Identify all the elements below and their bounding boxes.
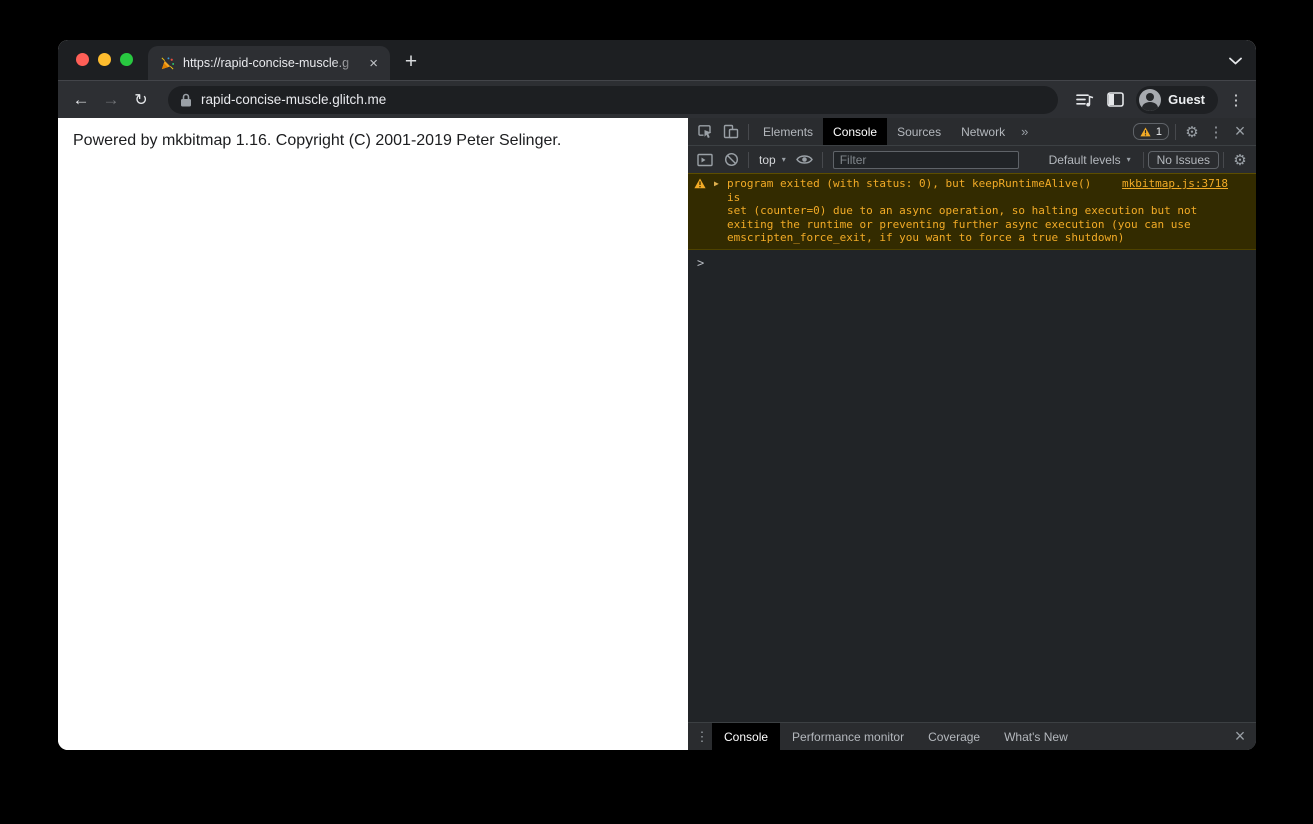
- issues-warning-badge[interactable]: 1: [1132, 123, 1169, 140]
- devtools-close-icon[interactable]: ×: [1228, 119, 1252, 145]
- browser-window: https://rapid-concise-muscle.g × + ← → ↻…: [58, 40, 1256, 750]
- more-tabs-icon[interactable]: »: [1015, 124, 1034, 139]
- divider: [1142, 151, 1144, 168]
- guest-avatar: [1139, 88, 1162, 111]
- drawer-tab-whats-new[interactable]: What's New: [992, 723, 1080, 750]
- devtools-panel: Elements Console Sources Network » 1 ⚙ ⋮: [688, 118, 1256, 750]
- inspect-element-icon[interactable]: [692, 119, 718, 145]
- tab-strip-chevron-down-icon[interactable]: [1224, 50, 1246, 72]
- drawer-tab-console[interactable]: Console: [712, 723, 781, 750]
- zoom-window-button[interactable]: [120, 53, 133, 66]
- browser-tab[interactable]: https://rapid-concise-muscle.g ×: [148, 46, 390, 80]
- lock-icon[interactable]: [180, 93, 192, 107]
- console-warning-message[interactable]: ▶ program exited (with status: 0), but k…: [688, 173, 1256, 250]
- minimize-window-button[interactable]: [98, 53, 111, 66]
- console-filter-input[interactable]: [832, 150, 1019, 169]
- devtools-settings-gear-icon[interactable]: ⚙: [1180, 119, 1204, 145]
- console-settings-gear-icon[interactable]: ⚙: [1228, 147, 1252, 173]
- console-toolbar: top ▾ Default levels ▾ No Issues: [688, 146, 1256, 173]
- expand-triangle-icon[interactable]: ▶: [714, 177, 727, 204]
- tab-strip: https://rapid-concise-muscle.g × +: [58, 40, 1256, 80]
- warning-line: emscripten_force_exit, if you want to fo…: [727, 231, 1125, 244]
- close-window-button[interactable]: [76, 53, 89, 66]
- warning-triangle-icon: [1140, 126, 1151, 136]
- no-issues-button[interactable]: No Issues: [1147, 150, 1219, 169]
- devtools-tabbar: Elements Console Sources Network » 1 ⚙ ⋮: [688, 118, 1256, 146]
- clear-console-icon[interactable]: [718, 147, 744, 173]
- divider: [748, 123, 749, 140]
- devtools-menu-icon[interactable]: ⋮: [1204, 119, 1228, 145]
- url-text: rapid-concise-muscle.glitch.me: [201, 92, 387, 107]
- drawer-tab-coverage[interactable]: Coverage: [916, 723, 992, 750]
- profile-button[interactable]: Guest: [1136, 85, 1218, 114]
- page-body-text: Powered by mkbitmap 1.16. Copyright (C) …: [73, 132, 562, 149]
- back-button[interactable]: ←: [66, 85, 96, 115]
- log-levels-label: Default levels: [1048, 152, 1121, 167]
- chevron-down-icon: ▾: [1126, 155, 1131, 164]
- traffic-lights: [76, 53, 133, 66]
- warning-line: set (counter=0) due to an async operatio…: [727, 204, 1198, 217]
- log-levels-selector[interactable]: Default levels ▾: [1041, 153, 1139, 167]
- chevron-down-icon: ▾: [781, 155, 786, 164]
- side-panel-icon[interactable]: [1100, 85, 1130, 115]
- web-page: Powered by mkbitmap 1.16. Copyright (C) …: [58, 118, 688, 750]
- warning-line: program exited (with status: 0), but kee…: [727, 177, 1092, 204]
- media-controls-icon[interactable]: [1070, 85, 1100, 115]
- drawer-tab-performance-monitor[interactable]: Performance monitor: [780, 723, 916, 750]
- warning-count: 1: [1155, 125, 1162, 138]
- new-tab-button[interactable]: +: [397, 48, 425, 76]
- browser-toolbar: ← → ↻ rapid-concise-muscle.glitch.me Gue…: [58, 80, 1256, 118]
- forward-button[interactable]: →: [96, 85, 126, 115]
- devtools-drawer: ⋮ Console Performance monitor Coverage W…: [688, 722, 1256, 750]
- tab-sources[interactable]: Sources: [887, 118, 951, 145]
- divider: [748, 151, 749, 168]
- console-messages: ▶ program exited (with status: 0), but k…: [688, 173, 1256, 722]
- console-prompt[interactable]: >: [688, 250, 1256, 269]
- source-location-link[interactable]: mkbitmap.js:3718: [1110, 177, 1228, 204]
- address-bar[interactable]: rapid-concise-muscle.glitch.me: [168, 85, 1059, 114]
- party-popper-favicon-icon: [160, 56, 175, 71]
- window-content: Powered by mkbitmap 1.16. Copyright (C) …: [58, 118, 1256, 750]
- tab-close-icon[interactable]: ×: [365, 54, 382, 73]
- context-label: top: [759, 152, 776, 167]
- live-expression-eye-icon[interactable]: [792, 147, 818, 173]
- warning-text: ▶ program exited (with status: 0), but k…: [714, 177, 1248, 245]
- drawer-menu-icon[interactable]: ⋮: [692, 729, 712, 745]
- tab-console[interactable]: Console: [823, 118, 888, 145]
- reload-button[interactable]: ↻: [126, 85, 156, 115]
- divider: [1175, 123, 1176, 140]
- context-selector[interactable]: top ▾: [753, 153, 792, 167]
- divider: [1223, 151, 1224, 168]
- browser-menu-icon[interactable]: ⋮: [1224, 91, 1248, 109]
- console-sidebar-icon[interactable]: [692, 147, 718, 173]
- tab-elements[interactable]: Elements: [753, 118, 823, 145]
- divider: [821, 151, 823, 168]
- warning-line: exiting the runtime or preventing furthe…: [727, 217, 1191, 231]
- profile-label: Guest: [1168, 92, 1205, 107]
- device-toolbar-icon[interactable]: [718, 119, 744, 145]
- drawer-close-icon[interactable]: ×: [1228, 724, 1252, 750]
- tab-network[interactable]: Network: [951, 118, 1015, 145]
- tab-title: https://rapid-concise-muscle.g: [183, 56, 350, 70]
- warning-triangle-icon: [694, 177, 714, 245]
